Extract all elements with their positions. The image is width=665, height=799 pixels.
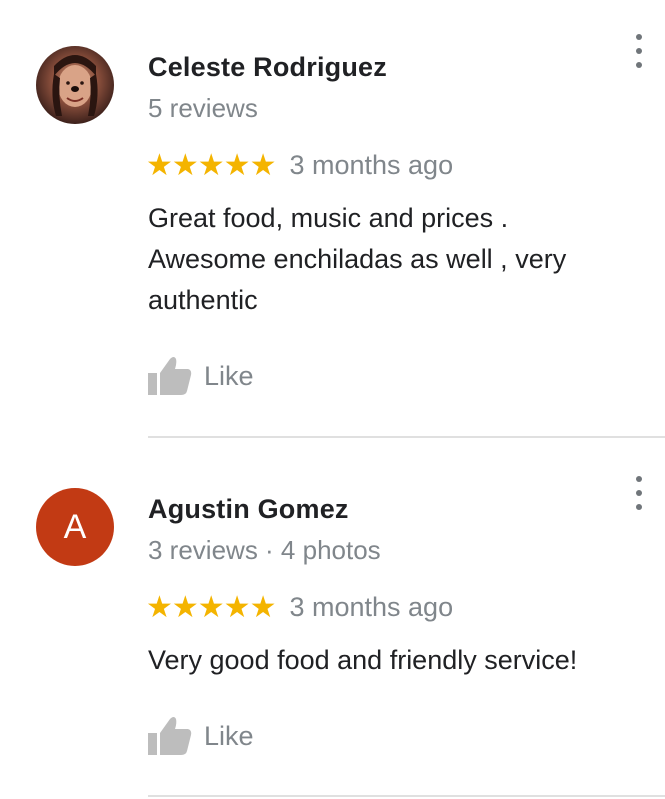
star-rating: ★★★★★ [146,148,276,183]
avatar-photo-icon [52,55,98,116]
review-text-line: Awesome enchiladas as well , very [148,244,567,274]
avatar[interactable] [36,46,114,124]
star-rating: ★★★★★ [146,590,276,625]
reviewer-name[interactable]: Agustin Gomez [148,494,349,525]
more-vert-icon-dot [636,504,642,510]
like-label: Like [204,720,254,751]
review-card: Celeste Rodriguez 5 reviews ★★★★★ 3 mont… [0,0,665,440]
review-text: Very good food and friendly service! [148,640,648,681]
more-vert-icon-dot [636,62,642,68]
thumb-up-icon [148,717,192,755]
rating-row: ★★★★★ 3 months ago [146,590,453,625]
more-vert-icon [636,34,642,40]
more-options-button[interactable] [628,34,650,68]
more-vert-icon-dot [636,490,642,496]
divider [148,436,665,438]
like-button[interactable]: Like [146,355,254,397]
like-label: Like [204,360,254,391]
review-text-line: Very good food and friendly service! [148,645,578,675]
review-text: Great food, music and prices . Awesome e… [148,198,648,321]
thumb-up-icon [148,357,192,395]
reviews-list: Celeste Rodriguez 5 reviews ★★★★★ 3 mont… [0,0,665,799]
more-options-button[interactable] [628,476,650,510]
review-time: 3 months ago [289,150,454,180]
avatar[interactable]: A [36,488,114,566]
review-time: 3 months ago [289,592,454,622]
review-text-line: Great food, music and prices . [148,203,509,233]
review-card: A Agustin Gomez 3 reviews · 4 photos ★★★… [0,440,665,799]
reviewer-name[interactable]: Celeste Rodriguez [148,52,387,83]
more-vert-icon-dot [636,48,642,54]
more-vert-icon [636,476,642,482]
like-button[interactable]: Like [146,715,254,757]
reviewer-meta[interactable]: 5 reviews [148,93,258,124]
divider [148,795,665,797]
review-text-line: authentic [148,285,258,315]
rating-row: ★★★★★ 3 months ago [146,148,453,183]
reviewer-meta[interactable]: 3 reviews · 4 photos [148,535,381,566]
